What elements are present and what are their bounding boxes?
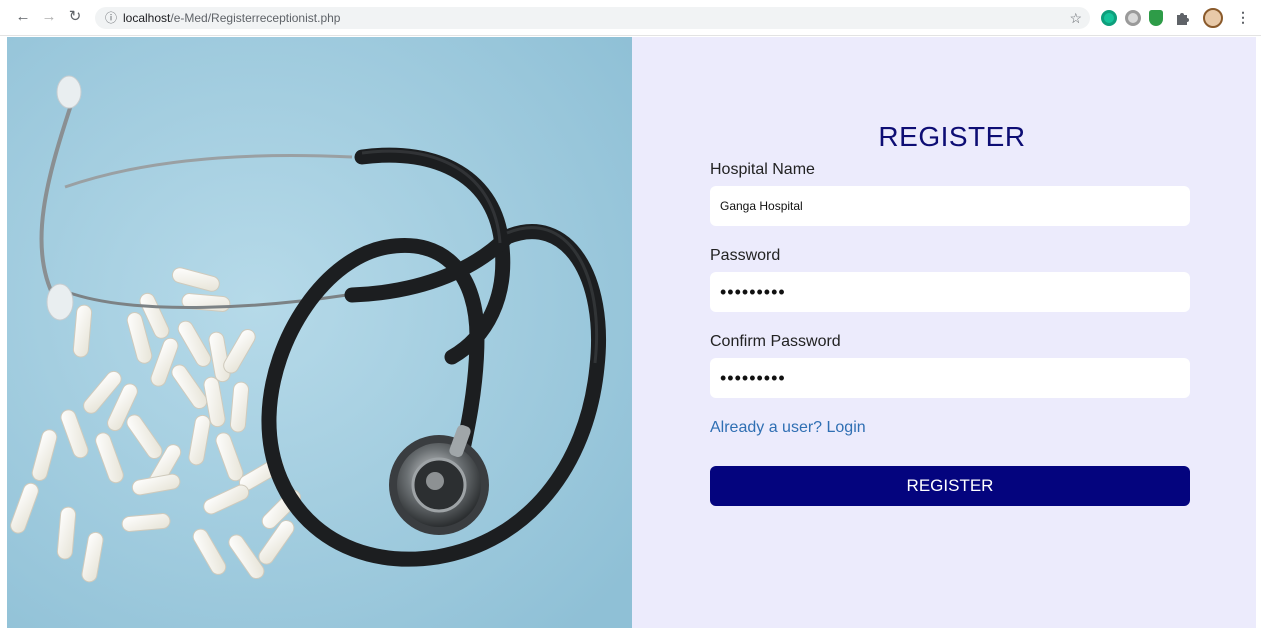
star-icon[interactable]: ☆ [1069,9,1082,27]
back-arrow-icon[interactable]: ← [14,8,32,26]
hospital-name-label: Hospital Name [710,161,815,178]
confirm-password-label: Confirm Password [710,333,841,350]
login-link[interactable]: Already a user? Login [710,419,866,437]
url-text: localhost/e-Med/Registerreceptionist.php [123,10,340,26]
url-path: /e-Med/Registerreceptionist.php [170,11,341,25]
reload-icon[interactable]: ↻ [66,8,84,26]
page-title: REGISTER [878,121,1026,152]
address-bar[interactable]: ⓘ localhost/e-Med/Registerreceptionist.p… [95,7,1090,29]
extension-gray-icon[interactable] [1125,10,1141,26]
forward-arrow-icon[interactable]: → [40,8,58,26]
grammarly-icon[interactable] [1101,10,1117,26]
info-icon[interactable]: ⓘ [103,10,119,26]
register-button[interactable]: REGISTER [710,466,1190,506]
url-host: localhost [123,11,171,25]
puzzle-icon[interactable] [1174,10,1190,26]
kebab-menu-icon[interactable]: ⋮ [1236,8,1250,26]
browser-toolbar: ← → ↻ ⓘ localhost/e-Med/Registerreceptio… [0,0,1261,36]
hospital-name-input[interactable] [710,186,1190,226]
shield-icon[interactable] [1149,10,1163,26]
hero-image [7,37,632,628]
profile-avatar-icon[interactable] [1203,8,1223,28]
password-label: Password [710,247,781,264]
confirm-password-input[interactable] [710,358,1190,398]
password-input[interactable] [710,272,1190,312]
register-panel: REGISTER Hospital Name Password Confirm … [632,37,1256,628]
